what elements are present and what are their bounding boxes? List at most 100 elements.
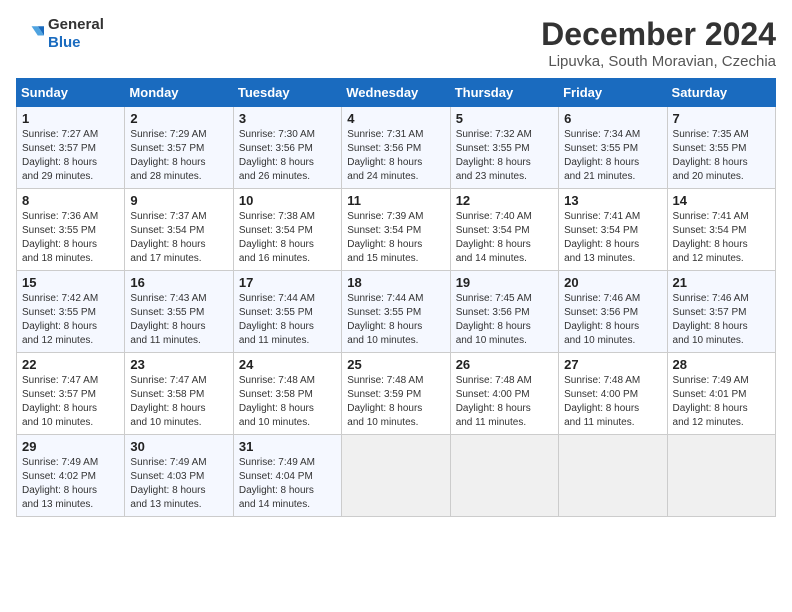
day-number: 19 <box>456 275 553 290</box>
day-detail: Sunrise: 7:46 AM Sunset: 3:56 PM Dayligh… <box>564 293 640 346</box>
day-cell: 9 Sunrise: 7:37 AM Sunset: 3:54 PM Daylig… <box>125 189 233 271</box>
day-detail: Sunrise: 7:48 AM Sunset: 3:58 PM Dayligh… <box>239 375 315 428</box>
day-detail: Sunrise: 7:38 AM Sunset: 3:54 PM Dayligh… <box>239 211 315 264</box>
day-cell: 3 Sunrise: 7:30 AM Sunset: 3:56 PM Daylig… <box>233 107 341 189</box>
day-number: 29 <box>22 439 119 454</box>
day-detail: Sunrise: 7:45 AM Sunset: 3:56 PM Dayligh… <box>456 293 532 346</box>
day-detail: Sunrise: 7:49 AM Sunset: 4:02 PM Dayligh… <box>22 457 98 510</box>
day-number: 21 <box>673 275 770 290</box>
col-monday: Monday <box>125 79 233 107</box>
day-detail: Sunrise: 7:42 AM Sunset: 3:55 PM Dayligh… <box>22 293 98 346</box>
col-tuesday: Tuesday <box>233 79 341 107</box>
day-detail: Sunrise: 7:41 AM Sunset: 3:54 PM Dayligh… <box>673 211 749 264</box>
day-cell: 24 Sunrise: 7:48 AM Sunset: 3:58 PM Dayli… <box>233 353 341 435</box>
day-number: 2 <box>130 111 227 126</box>
day-number: 3 <box>239 111 336 126</box>
day-detail: Sunrise: 7:30 AM Sunset: 3:56 PM Dayligh… <box>239 129 315 182</box>
day-cell <box>559 435 667 517</box>
day-cell <box>342 435 450 517</box>
day-number: 18 <box>347 275 444 290</box>
day-detail: Sunrise: 7:48 AM Sunset: 4:00 PM Dayligh… <box>456 375 532 428</box>
day-detail: Sunrise: 7:46 AM Sunset: 3:57 PM Dayligh… <box>673 293 749 346</box>
day-cell: 15 Sunrise: 7:42 AM Sunset: 3:55 PM Dayli… <box>17 271 125 353</box>
day-detail: Sunrise: 7:31 AM Sunset: 3:56 PM Dayligh… <box>347 129 423 182</box>
day-detail: Sunrise: 7:36 AM Sunset: 3:55 PM Dayligh… <box>22 211 98 264</box>
week-row-1: 8 Sunrise: 7:36 AM Sunset: 3:55 PM Daylig… <box>17 189 776 271</box>
day-cell: 26 Sunrise: 7:48 AM Sunset: 4:00 PM Dayli… <box>450 353 558 435</box>
logo-icon <box>16 20 44 48</box>
day-cell: 25 Sunrise: 7:48 AM Sunset: 3:59 PM Dayli… <box>342 353 450 435</box>
day-number: 7 <box>673 111 770 126</box>
day-number: 6 <box>564 111 661 126</box>
day-number: 10 <box>239 193 336 208</box>
day-number: 22 <box>22 357 119 372</box>
day-number: 25 <box>347 357 444 372</box>
day-cell: 21 Sunrise: 7:46 AM Sunset: 3:57 PM Dayli… <box>667 271 775 353</box>
day-detail: Sunrise: 7:43 AM Sunset: 3:55 PM Dayligh… <box>130 293 206 346</box>
day-detail: Sunrise: 7:47 AM Sunset: 3:58 PM Dayligh… <box>130 375 206 428</box>
col-wednesday: Wednesday <box>342 79 450 107</box>
day-number: 8 <box>22 193 119 208</box>
day-cell: 19 Sunrise: 7:45 AM Sunset: 3:56 PM Dayli… <box>450 271 558 353</box>
day-number: 14 <box>673 193 770 208</box>
day-cell <box>667 435 775 517</box>
title-block: December 2024 Lipuvka, South Moravian, C… <box>541 16 776 70</box>
day-cell: 18 Sunrise: 7:44 AM Sunset: 3:55 PM Dayli… <box>342 271 450 353</box>
day-cell: 4 Sunrise: 7:31 AM Sunset: 3:56 PM Daylig… <box>342 107 450 189</box>
day-number: 30 <box>130 439 227 454</box>
day-detail: Sunrise: 7:27 AM Sunset: 3:57 PM Dayligh… <box>22 129 98 182</box>
day-cell: 22 Sunrise: 7:47 AM Sunset: 3:57 PM Dayli… <box>17 353 125 435</box>
day-number: 9 <box>130 193 227 208</box>
week-row-4: 29 Sunrise: 7:49 AM Sunset: 4:02 PM Dayli… <box>17 435 776 517</box>
day-detail: Sunrise: 7:49 AM Sunset: 4:03 PM Dayligh… <box>130 457 206 510</box>
day-cell: 13Sunrise: 7:41 AM Sunset: 3:54 PM Dayli… <box>559 189 667 271</box>
day-number: 31 <box>239 439 336 454</box>
day-cell: 16 Sunrise: 7:43 AM Sunset: 3:55 PM Dayli… <box>125 271 233 353</box>
day-cell: 30 Sunrise: 7:49 AM Sunset: 4:03 PM Dayli… <box>125 435 233 517</box>
day-number: 5 <box>456 111 553 126</box>
day-detail: Sunrise: 7:49 AM Sunset: 4:04 PM Dayligh… <box>239 457 315 510</box>
day-number: 4 <box>347 111 444 126</box>
day-detail: Sunrise: 7:44 AM Sunset: 3:55 PM Dayligh… <box>347 293 423 346</box>
day-cell: 1 Sunrise: 7:27 AM Sunset: 3:57 PM Daylig… <box>17 107 125 189</box>
day-number: 16 <box>130 275 227 290</box>
day-number: 24 <box>239 357 336 372</box>
calendar-table: Sunday Monday Tuesday Wednesday Thursday… <box>16 78 776 517</box>
day-detail: Sunrise: 7:29 AM Sunset: 3:57 PM Dayligh… <box>130 129 206 182</box>
day-cell: 20 Sunrise: 7:46 AM Sunset: 3:56 PM Dayli… <box>559 271 667 353</box>
day-cell: 7Sunrise: 7:35 AM Sunset: 3:55 PM Daylig… <box>667 107 775 189</box>
day-cell: 10 Sunrise: 7:38 AM Sunset: 3:54 PM Dayli… <box>233 189 341 271</box>
day-number: 20 <box>564 275 661 290</box>
day-detail: Sunrise: 7:37 AM Sunset: 3:54 PM Dayligh… <box>130 211 206 264</box>
day-cell: 28Sunrise: 7:49 AM Sunset: 4:01 PM Dayli… <box>667 353 775 435</box>
day-cell: 23Sunrise: 7:47 AM Sunset: 3:58 PM Dayli… <box>125 353 233 435</box>
day-cell: 17Sunrise: 7:44 AM Sunset: 3:55 PM Dayli… <box>233 271 341 353</box>
day-detail: Sunrise: 7:47 AM Sunset: 3:57 PM Dayligh… <box>22 375 98 428</box>
weekday-row: Sunday Monday Tuesday Wednesday Thursday… <box>17 79 776 107</box>
day-detail: Sunrise: 7:44 AM Sunset: 3:55 PM Dayligh… <box>239 293 315 346</box>
day-cell: 5 Sunrise: 7:32 AM Sunset: 3:55 PM Daylig… <box>450 107 558 189</box>
day-cell: 29 Sunrise: 7:49 AM Sunset: 4:02 PM Dayli… <box>17 435 125 517</box>
page-header: General Blue December 2024 Lipuvka, Sout… <box>16 16 776 70</box>
day-number: 1 <box>22 111 119 126</box>
week-row-0: 1 Sunrise: 7:27 AM Sunset: 3:57 PM Daylig… <box>17 107 776 189</box>
day-number: 26 <box>456 357 553 372</box>
day-number: 11 <box>347 193 444 208</box>
calendar-body: 1 Sunrise: 7:27 AM Sunset: 3:57 PM Daylig… <box>17 107 776 517</box>
day-cell: 31 Sunrise: 7:49 AM Sunset: 4:04 PM Dayli… <box>233 435 341 517</box>
day-detail: Sunrise: 7:41 AM Sunset: 3:54 PM Dayligh… <box>564 211 640 264</box>
col-saturday: Saturday <box>667 79 775 107</box>
day-number: 28 <box>673 357 770 372</box>
location-title: Lipuvka, South Moravian, Czechia <box>541 53 776 70</box>
day-number: 15 <box>22 275 119 290</box>
day-cell: 12Sunrise: 7:40 AM Sunset: 3:54 PM Dayli… <box>450 189 558 271</box>
day-cell: 2 Sunrise: 7:29 AM Sunset: 3:57 PM Daylig… <box>125 107 233 189</box>
day-detail: Sunrise: 7:48 AM Sunset: 3:59 PM Dayligh… <box>347 375 423 428</box>
day-detail: Sunrise: 7:39 AM Sunset: 3:54 PM Dayligh… <box>347 211 423 264</box>
col-thursday: Thursday <box>450 79 558 107</box>
day-cell: 27Sunrise: 7:48 AM Sunset: 4:00 PM Dayli… <box>559 353 667 435</box>
week-row-2: 15 Sunrise: 7:42 AM Sunset: 3:55 PM Dayli… <box>17 271 776 353</box>
day-cell <box>450 435 558 517</box>
day-detail: Sunrise: 7:32 AM Sunset: 3:55 PM Dayligh… <box>456 129 532 182</box>
week-row-3: 22 Sunrise: 7:47 AM Sunset: 3:57 PM Dayli… <box>17 353 776 435</box>
